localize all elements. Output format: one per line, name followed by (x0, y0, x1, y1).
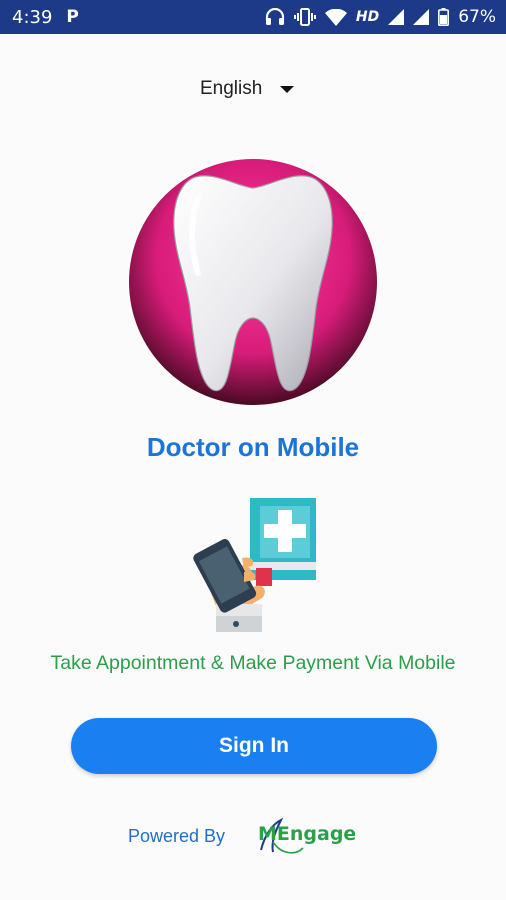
tooth-logo (129, 159, 377, 405)
network-type-label: HD (355, 9, 380, 25)
vibrate-icon (293, 8, 316, 26)
mengage-logo: MEngage (258, 817, 355, 854)
sign-in-button[interactable]: Sign In (71, 718, 437, 774)
signal-icon-2 (413, 9, 430, 25)
battery-icon (438, 8, 450, 26)
status-time: 4:39 (12, 6, 53, 28)
headphones-icon (265, 8, 285, 26)
signal-icon (388, 9, 405, 25)
dropdown-arrow-icon (280, 85, 295, 93)
battery-percent: 67% (458, 7, 496, 27)
mobile-medical-illustration (193, 498, 316, 632)
status-bar: 4:39 P HD 67% (0, 0, 506, 34)
powered-by-label: Powered By (128, 826, 226, 846)
wifi-icon (324, 8, 347, 26)
brand-text: MEngage (258, 823, 355, 845)
language-selected-value: English (200, 78, 263, 99)
notification-icon: P (66, 7, 79, 27)
language-selector[interactable]: English (200, 76, 320, 102)
app-title: Doctor on Mobile (146, 432, 360, 462)
status-icons: HD 67% (265, 7, 496, 27)
tagline: Take Appointment & Make Payment Via Mobi… (50, 652, 456, 674)
